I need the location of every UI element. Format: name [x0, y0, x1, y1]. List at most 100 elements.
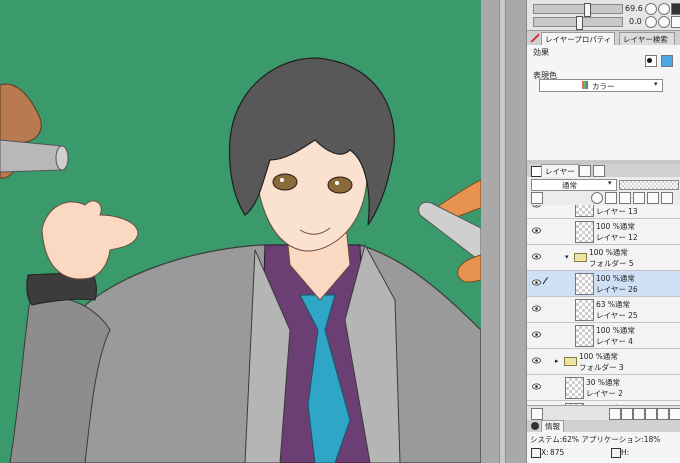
layer-mode: 63 %通常	[596, 300, 631, 309]
layer-row[interactable]: 63 %通常 レイヤー 25	[527, 297, 680, 323]
opacity-slider[interactable]	[619, 180, 679, 190]
tab-layer[interactable]: レイヤー	[541, 164, 579, 178]
layer-option-icon[interactable]	[531, 192, 543, 204]
drawing-canvas[interactable]	[0, 0, 481, 463]
h-label: H:	[621, 448, 630, 457]
zoom-slider-track[interactable]	[533, 3, 623, 17]
layer-row[interactable]: 100 %通常 レイヤー 4	[527, 323, 680, 349]
layer-folder-row[interactable]: ▾ 100 %通常 フォルダー 5	[527, 245, 680, 271]
mask-create-icon[interactable]	[657, 408, 669, 420]
folder-icon	[564, 357, 577, 366]
layer-toolbar: 通常 ▾	[527, 177, 680, 206]
info-panel-body: システム:62% アプリケーション:18% X: 875 H:	[527, 432, 680, 463]
position-icon	[531, 448, 541, 458]
new-vector-layer-icon[interactable]	[621, 408, 633, 420]
color-effect-icon[interactable]	[661, 55, 673, 67]
eye-visibility-icon[interactable]	[532, 205, 541, 208]
tab-layer-property[interactable]: レイヤープロパティ	[541, 32, 616, 46]
trash-icon[interactable]	[669, 408, 680, 420]
panel-splitter[interactable]	[481, 0, 526, 463]
layer-name: レイヤー 13	[596, 207, 638, 216]
info-icon	[531, 422, 539, 430]
rotation-value: 0.0	[629, 17, 642, 26]
layer-name: レイヤー 4	[596, 337, 633, 346]
layer-mode: 100 %通常	[596, 274, 635, 283]
transfer-icon[interactable]	[645, 408, 657, 420]
rotation-slider-track[interactable]	[533, 16, 623, 30]
new-folder-icon[interactable]	[633, 408, 645, 420]
layer-row[interactable]: 30 %通常 レイヤー 2	[527, 375, 680, 401]
layer-property-body: 効果 表現色 カラー ▾	[527, 45, 680, 160]
canvas-artwork	[0, 0, 481, 463]
layer-mode: 100 %通常	[596, 222, 635, 231]
layer-mode: 100 %通常	[589, 248, 628, 257]
blend-mode-select[interactable]: 通常 ▾	[531, 179, 617, 191]
chevron-down-icon: ▾	[608, 179, 612, 187]
ruler-icon[interactable]	[661, 192, 673, 204]
rotate-right-icon[interactable]	[658, 16, 670, 28]
layer-bottom-toolbar	[527, 405, 680, 420]
color-gradient-icon	[582, 81, 588, 89]
layer-folder-row[interactable]: ▸ 100 %通常 フォルダー 3	[527, 349, 680, 375]
property-tabs: レイヤープロパティ レイヤー検索	[527, 31, 680, 46]
layer-name: レイヤー 12	[596, 233, 638, 242]
layer-name: フォルダー 5	[589, 259, 634, 268]
dot-icon	[647, 58, 652, 63]
zoom-slider-handle[interactable]	[584, 3, 591, 17]
zoom-out-icon[interactable]	[645, 3, 657, 15]
folder-icon	[574, 253, 587, 262]
tab-extra-icon[interactable]	[579, 165, 591, 177]
layer-row[interactable]: 100 %通常 レイヤー 12	[527, 219, 680, 245]
expression-color-select[interactable]: カラー ▾	[539, 79, 663, 92]
rotation-slider-handle[interactable]	[576, 16, 583, 30]
layer-thumbnail	[575, 221, 594, 243]
layer-thumbnail	[575, 205, 594, 217]
navigator-panel: 69.6 0.0	[527, 0, 680, 31]
reference-icon[interactable]	[605, 192, 617, 204]
layer-thumbnail	[575, 325, 594, 347]
eye-visibility-icon[interactable]	[532, 253, 541, 260]
right-dock-panel: 69.6 0.0 レイヤープロパティ レイヤー検索 効果 表現色 カラー ▾ レ…	[526, 0, 680, 463]
system-memory-text: システム:62% アプリケーション:18%	[530, 435, 661, 444]
layer-name: レイヤー 2	[586, 389, 623, 398]
fit-view-icon[interactable]	[671, 3, 680, 15]
tab-extra2-icon[interactable]	[593, 165, 605, 177]
eye-visibility-icon[interactable]	[532, 331, 541, 338]
x-value: 875	[550, 448, 565, 457]
new-raster-layer-icon[interactable]	[609, 408, 621, 420]
tab-info[interactable]: 情報	[541, 420, 564, 432]
chevron-right-icon[interactable]: ▸	[555, 357, 559, 365]
blend-mode-value: 通常	[562, 181, 577, 190]
layer-list[interactable]: レイヤー 13 100 %通常 レイヤー 12 ▾ 100 %通常 フォルダー 5 100 …	[527, 205, 680, 405]
size-icon	[611, 448, 621, 458]
layer-thumbnail	[575, 273, 594, 295]
lock-transparent-icon[interactable]	[633, 192, 645, 204]
zoom-value: 69.6	[625, 4, 643, 13]
lock-icon[interactable]	[619, 192, 631, 204]
eye-visibility-icon[interactable]	[532, 227, 541, 234]
layer-panel-tabs: レイヤー	[527, 164, 680, 178]
eye-visibility-icon[interactable]	[532, 383, 541, 390]
zoom-in-icon[interactable]	[658, 3, 670, 15]
flip-icon[interactable]	[671, 16, 680, 28]
tab-layer-search[interactable]: レイヤー検索	[619, 32, 675, 46]
eye-visibility-icon[interactable]	[532, 357, 541, 364]
effect-label: 効果	[533, 48, 549, 57]
layer-thumbnail	[575, 299, 594, 321]
eye-visibility-icon[interactable]	[532, 279, 541, 286]
mask-icon[interactable]	[647, 192, 659, 204]
x-label: X:	[541, 448, 549, 457]
layers-icon[interactable]	[531, 408, 543, 420]
clip-icon[interactable]	[591, 192, 603, 204]
eye-visibility-icon[interactable]	[532, 305, 541, 312]
chevron-down-icon[interactable]: ▾	[565, 253, 569, 261]
layer-row[interactable]: 100 %通常 レイヤー 26	[527, 271, 680, 297]
layer-mode: 100 %通常	[579, 352, 618, 361]
layer-name: レイヤー 25	[596, 311, 638, 320]
rotate-left-icon[interactable]	[645, 16, 657, 28]
layer-row[interactable]: レイヤー 13	[527, 205, 680, 219]
layer-mode: 30 %通常	[586, 378, 621, 387]
pen-brush-icon	[530, 33, 539, 42]
splitter-handle[interactable]	[499, 0, 506, 463]
layer-name: レイヤー 26	[596, 285, 638, 294]
